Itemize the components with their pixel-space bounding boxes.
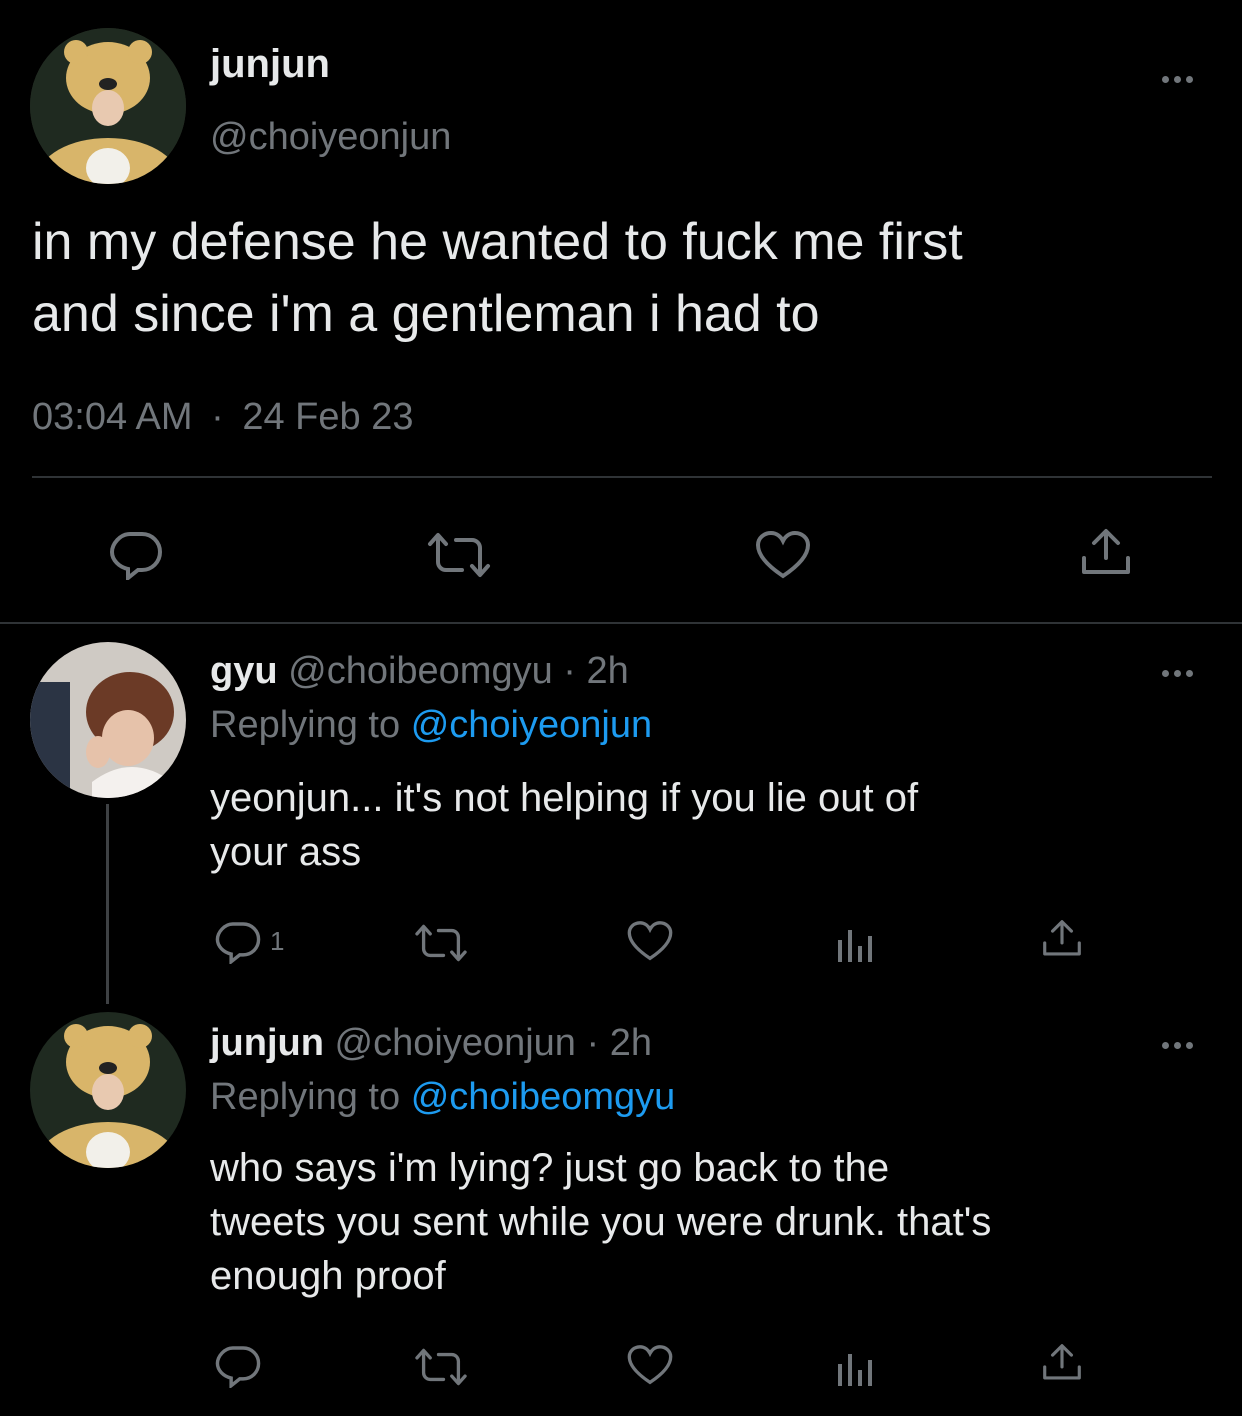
reply-count: 1 (270, 926, 285, 956)
reply-text-line: yeonjun... it's not helping if you lie o… (210, 776, 919, 820)
share-icon[interactable] (1040, 918, 1084, 960)
replying-to: Replying to @choiyeonjun (210, 704, 652, 747)
share-icon[interactable] (1078, 528, 1134, 578)
like-icon[interactable] (626, 920, 674, 962)
share-icon[interactable] (1040, 1342, 1084, 1384)
divider (32, 476, 1212, 478)
tweet-time[interactable]: 03:04 AM (32, 396, 193, 438)
thread-line (106, 804, 109, 1004)
tweet-text-line: in my defense he wanted to fuck me first (32, 213, 963, 271)
handle[interactable]: @choiyeonjun (335, 1022, 576, 1064)
handle[interactable]: @choibeomgyu (288, 650, 553, 692)
reply-text-line: your ass (210, 830, 362, 874)
analytics-icon[interactable] (836, 922, 876, 964)
divider (0, 622, 1242, 624)
more-icon[interactable] (1162, 70, 1202, 83)
reply-time[interactable]: · 2h (587, 1022, 652, 1064)
tweet-date[interactable]: 24 Feb 23 (242, 396, 413, 438)
handle[interactable]: @choiyeonjun (210, 116, 451, 159)
reply-text-line: who says i'm lying? just go back to the (210, 1146, 890, 1190)
more-icon[interactable] (1162, 1036, 1202, 1049)
reply-icon[interactable] (214, 920, 262, 964)
replying-to: Replying to @choibeomgyu (210, 1076, 675, 1119)
reply-text-line: enough proof (210, 1254, 446, 1298)
retweet-icon[interactable] (412, 922, 470, 964)
reply-icon[interactable] (108, 530, 164, 580)
analytics-icon[interactable] (836, 1346, 876, 1388)
replying-prefix: Replying to (210, 704, 401, 746)
bear-costume-avatar (30, 1012, 186, 1168)
more-icon[interactable] (1162, 664, 1202, 677)
like-icon[interactable] (626, 1344, 674, 1386)
reply-header: gyu @choibeomgyu · 2h (210, 650, 629, 693)
reply-text-line: tweets you sent while you were drunk. th… (210, 1200, 992, 1244)
separator: · (211, 396, 224, 438)
tweet-timestamp: 03:04 AM · 24 Feb 23 (32, 396, 413, 439)
reply-header: junjun @choiyeonjun · 2h (210, 1022, 652, 1065)
reply-icon[interactable] (214, 1344, 262, 1388)
display-name[interactable]: gyu (210, 650, 278, 692)
bear-costume-avatar (30, 28, 186, 184)
replying-handle-link[interactable]: @choiyeonjun (411, 704, 652, 746)
retweet-icon[interactable] (424, 530, 494, 580)
replying-handle-link[interactable]: @choibeomgyu (411, 1076, 676, 1118)
replying-prefix: Replying to (210, 1076, 401, 1118)
user-photo-avatar (30, 642, 186, 798)
retweet-icon[interactable] (412, 1346, 470, 1388)
tweet-text-line: and since i'm a gentleman i had to (32, 285, 820, 343)
like-icon[interactable] (754, 530, 812, 580)
avatar[interactable] (30, 28, 186, 184)
avatar[interactable] (30, 642, 186, 798)
reply-time[interactable]: · 2h (563, 650, 628, 692)
display-name[interactable]: junjun (210, 42, 330, 87)
display-name[interactable]: junjun (210, 1022, 324, 1064)
avatar[interactable] (30, 1012, 186, 1168)
